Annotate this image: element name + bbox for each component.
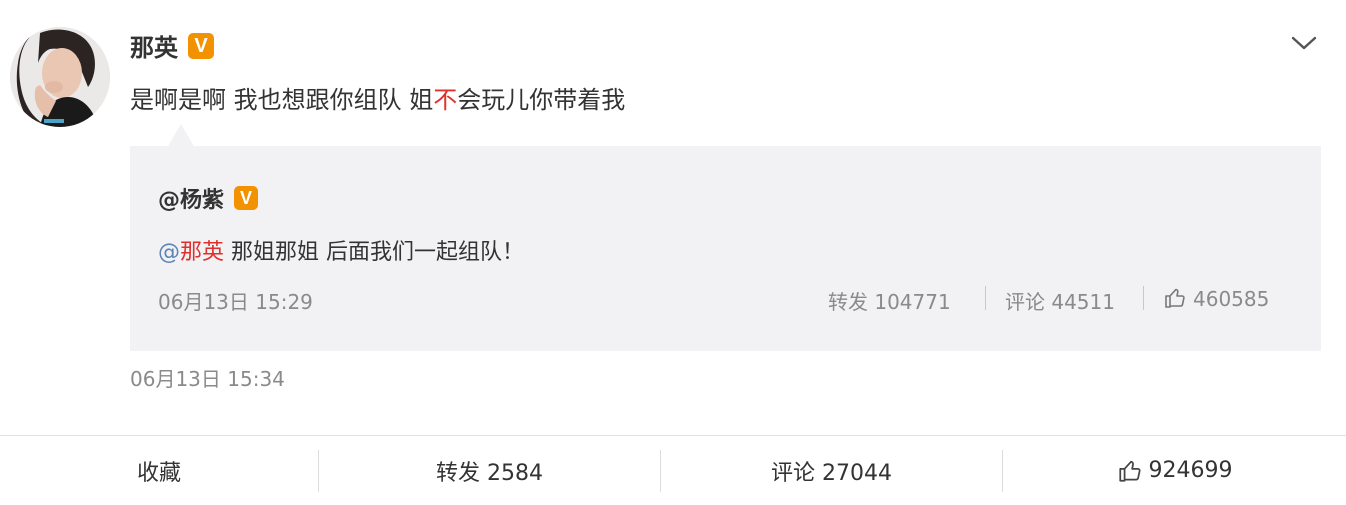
quoted-repost-count[interactable]: 转发 104771 (828, 286, 951, 315)
quoted-text-body: 那姐那姐 后面我们一起组队！ (224, 240, 525, 265)
avatar-image (10, 27, 110, 127)
quoted-comment-count[interactable]: 评论 44511 (1005, 286, 1115, 315)
quoted-like-button[interactable]: 460585 (1163, 286, 1269, 311)
post-author-name[interactable]: 那英 (130, 28, 178, 63)
divider (985, 286, 986, 310)
quoted-post[interactable]: @杨紫 V @那英 那姐那姐 后面我们一起组队！ 06月13日 15:29 转发… (130, 146, 1321, 351)
verified-badge-icon: V (188, 32, 214, 59)
mention-at-symbol[interactable]: @ (158, 240, 180, 265)
divider (1143, 286, 1144, 310)
quote-pointer (167, 124, 195, 148)
chevron-down-icon[interactable] (1289, 32, 1319, 54)
post-text-part: 是啊是啊 我也想跟你组队 姐 (130, 86, 434, 114)
like-count: 924699 (1148, 458, 1233, 483)
post-text: 是啊是啊 我也想跟你组队 姐不会玩儿你带着我 (130, 80, 625, 115)
quoted-text: @那英 那姐那姐 后面我们一起组队！ (158, 234, 524, 266)
quoted-author[interactable]: @杨紫 V (158, 182, 259, 214)
post-timestamp[interactable]: 06月13日 15:34 (130, 363, 285, 392)
thumbs-up-icon (1165, 288, 1185, 308)
post-text-part: 会玩儿你带着我 (457, 86, 626, 114)
mention-link[interactable]: 那英 (180, 240, 224, 265)
like-button[interactable]: 924699 (1003, 436, 1346, 505)
quoted-timestamp[interactable]: 06月13日 15:29 (158, 286, 313, 315)
post-text-highlight: 不 (433, 86, 458, 114)
quoted-author-name[interactable]: @杨紫 (158, 182, 224, 214)
action-bar: 收藏 转发 2584 评论 27044 924699 (0, 435, 1346, 505)
avatar[interactable] (10, 27, 110, 127)
quoted-like-count: 460585 (1193, 287, 1270, 311)
comment-button[interactable]: 评论 27044 (661, 436, 1002, 505)
favorite-button[interactable]: 收藏 (0, 436, 318, 505)
repost-button[interactable]: 转发 2584 (319, 436, 660, 505)
post-author[interactable]: 那英 V (130, 28, 214, 63)
thumbs-up-icon (1118, 460, 1141, 482)
verified-badge-icon: V (234, 186, 259, 210)
